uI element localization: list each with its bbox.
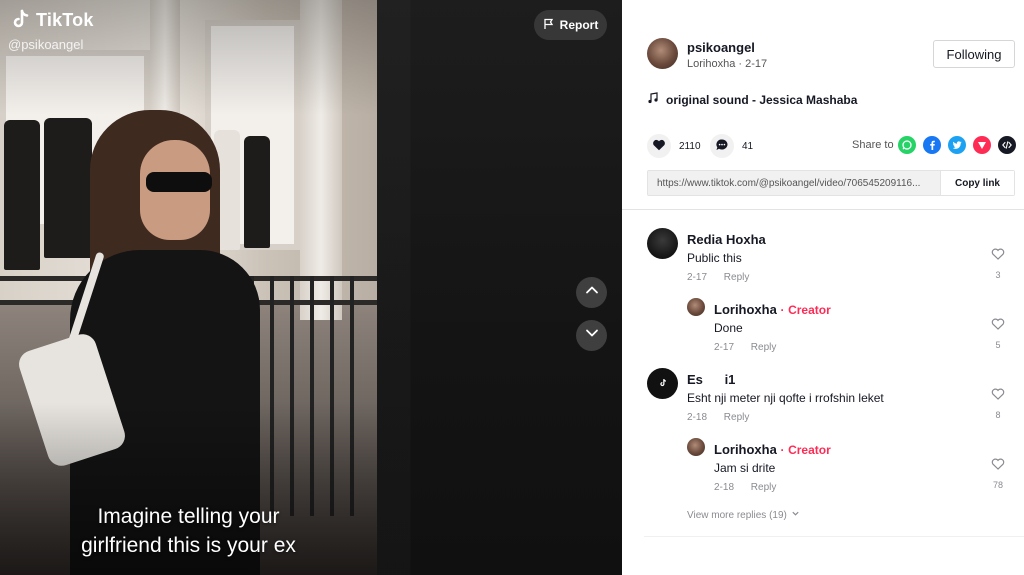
reply-author[interactable]: Lorihoxha · Creator xyxy=(714,302,831,317)
chevron-up-icon xyxy=(584,282,600,303)
caption-line: Imagine telling your xyxy=(97,505,280,528)
twitter-icon[interactable] xyxy=(948,136,966,154)
report-label: Report xyxy=(559,18,599,32)
comment-bubble-icon xyxy=(715,138,729,155)
reply-meta: 2-18 Reply xyxy=(714,482,776,493)
video-link-box: https://www.tiktok.com/@psikoangel/video… xyxy=(647,170,1015,196)
next-video-button[interactable] xyxy=(576,320,607,351)
flag-icon xyxy=(543,18,555,33)
creator-badge: Creator xyxy=(788,303,831,317)
comment-item: Es i1 Esht nji meter nji qofte i rrofshi… xyxy=(622,351,1024,423)
author-username[interactable]: psikoangel xyxy=(687,40,755,55)
comment-item: Redia Hoxha Public this 2-17 Reply 3 xyxy=(622,211,1024,283)
commenter-name[interactable]: Es i1 xyxy=(687,372,735,387)
heart-icon xyxy=(652,138,666,155)
creator-badge: Creator xyxy=(788,443,831,457)
author-nickname: Lorihoxha xyxy=(687,58,736,70)
author-meta: Lorihoxha · 2-17 xyxy=(687,58,767,70)
creator-avatar[interactable] xyxy=(687,298,705,316)
reply-text: Jam si drite xyxy=(714,461,776,475)
reply-author-name: Lorihoxha xyxy=(714,442,777,457)
sound-link[interactable]: original sound - Jessica Mashaba xyxy=(647,92,857,107)
facebook-icon[interactable] xyxy=(923,136,941,154)
comment-text: Esht nji meter nji qofte i rrofshin leke… xyxy=(687,391,884,405)
chevron-down-icon xyxy=(584,325,600,346)
meta-separator: · xyxy=(738,58,743,70)
heart-outline-icon xyxy=(991,318,1005,335)
comment-like[interactable]: 5 xyxy=(989,317,1007,350)
reply-text: Done xyxy=(714,321,743,335)
video-url-field[interactable]: https://www.tiktok.com/@psikoangel/video… xyxy=(657,178,939,189)
report-button[interactable]: Report xyxy=(534,10,607,40)
comment-list[interactable]: Redia Hoxha Public this 2-17 Reply 3 Lor… xyxy=(622,211,1024,575)
reply-button[interactable]: Reply xyxy=(751,482,777,493)
previous-video-button[interactable] xyxy=(576,277,607,308)
video-info-section: psikoangel Lorihoxha · 2-17 Following or… xyxy=(622,0,1024,210)
commenter-name[interactable]: Redia Hoxha xyxy=(687,232,766,247)
heart-outline-icon xyxy=(991,388,1005,405)
tiktok-logo-icon xyxy=(8,8,32,32)
creator-dot: · xyxy=(780,303,785,317)
view-more-label: View more replies (19) xyxy=(687,509,787,521)
comment-like-count: 8 xyxy=(995,410,1001,420)
author-avatar[interactable] xyxy=(647,38,678,69)
comment-like[interactable]: 3 xyxy=(989,247,1007,280)
comment-like-count: 3 xyxy=(995,270,1001,280)
reply-date: 2-18 xyxy=(714,482,735,493)
comment-button[interactable] xyxy=(710,134,734,158)
reply-author[interactable]: Lorihoxha · Creator xyxy=(714,442,831,457)
view-more-replies-button[interactable]: View more replies (19) xyxy=(687,509,800,521)
comment-like-count: 5 xyxy=(995,340,1001,350)
commenter-avatar[interactable] xyxy=(647,228,678,259)
like-stat: 2110 xyxy=(647,134,701,158)
embed-icon[interactable] xyxy=(998,136,1016,154)
whatsapp-icon[interactable] xyxy=(898,136,916,154)
caption-line: girlfriend this is your ex xyxy=(81,534,296,557)
video-shade-overlay xyxy=(0,0,377,575)
video-caption: Imagine telling your girlfriend this is … xyxy=(0,502,377,560)
comment-like[interactable]: 78 xyxy=(989,457,1007,490)
comment-input-area xyxy=(644,537,1024,575)
reply-item: Lorihoxha · Creator Jam si drite 2-18 Re… xyxy=(622,421,1024,493)
like-count: 2110 xyxy=(679,140,701,152)
comment-text: Public this xyxy=(687,251,742,265)
comment-count: 41 xyxy=(742,140,754,152)
music-note-icon xyxy=(647,92,659,107)
copy-link-button[interactable]: Copy link xyxy=(940,171,1014,195)
reply-author-name: Lorihoxha xyxy=(714,302,777,317)
creator-avatar[interactable] xyxy=(687,438,705,456)
tiktok-brand: TikTok xyxy=(8,8,94,32)
share-arrow-icon[interactable] xyxy=(973,136,991,154)
reply-item: Lorihoxha · Creator Done 2-17 Reply 5 xyxy=(622,281,1024,353)
like-button[interactable] xyxy=(647,134,671,158)
chevron-down-icon xyxy=(791,509,800,521)
comment-like-count: 78 xyxy=(992,480,1003,490)
comment-stat: 41 xyxy=(710,134,753,158)
share-to-label: Share to xyxy=(852,139,894,151)
following-button[interactable]: Following xyxy=(933,40,1015,68)
video-player[interactable]: TikTok @psikoangel Imagine telling your … xyxy=(0,0,622,575)
tiktok-logo-icon xyxy=(658,375,668,393)
post-date: 2-17 xyxy=(745,58,768,70)
commenter-avatar[interactable] xyxy=(647,368,678,399)
heart-outline-icon xyxy=(991,248,1005,265)
video-details-panel: psikoangel Lorihoxha · 2-17 Following or… xyxy=(622,0,1024,575)
sound-label: original sound - Jessica Mashaba xyxy=(666,92,858,107)
heart-outline-icon xyxy=(991,458,1005,475)
comment-like[interactable]: 8 xyxy=(989,387,1007,420)
creator-dot: · xyxy=(780,443,785,457)
video-author-handle: @psikoangel xyxy=(8,37,84,52)
tiktok-wordmark: TikTok xyxy=(36,9,94,30)
video-frame[interactable]: TikTok @psikoangel Imagine telling your … xyxy=(0,0,377,575)
